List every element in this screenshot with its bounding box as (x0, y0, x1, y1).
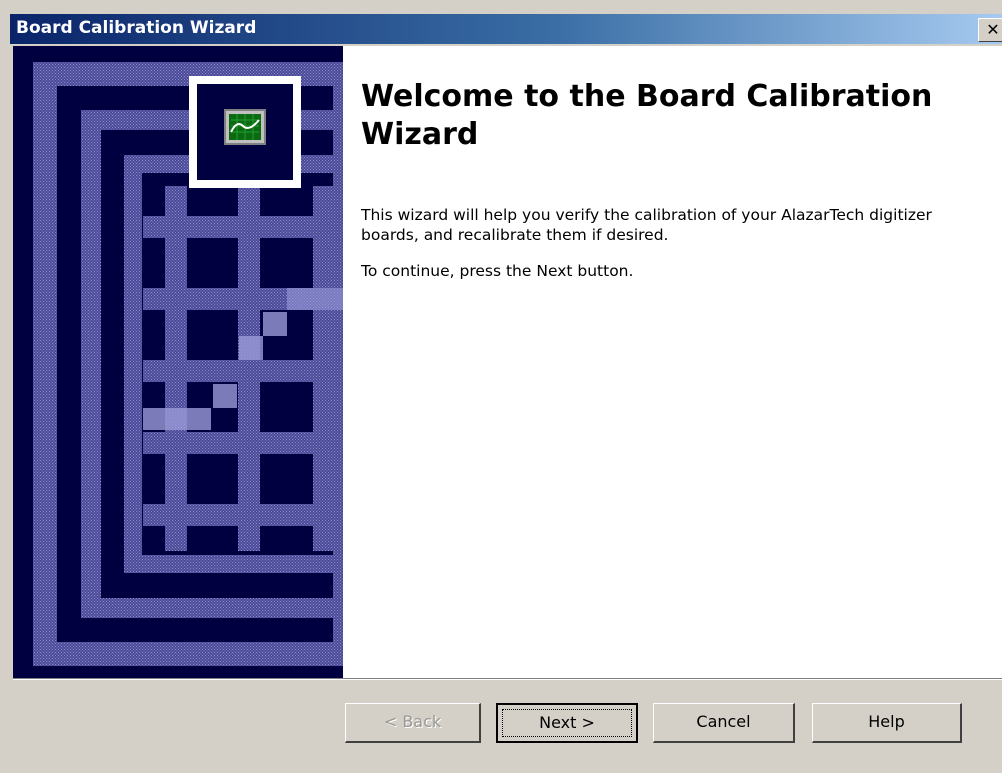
cancel-button-label: Cancel (696, 712, 751, 731)
continue-instruction: To continue, press the Next button. (361, 262, 634, 280)
cancel-button[interactable]: Cancel (653, 703, 795, 743)
next-button[interactable]: Next > (496, 703, 638, 743)
wizard-description: This wizard will help you verify the cal… (361, 206, 932, 244)
title-bar: Board Calibration Wizard ✕ (10, 14, 1002, 44)
next-button-label: Next > (539, 713, 595, 732)
welcome-heading: Welcome to the Board Calibration Wizard (361, 79, 933, 152)
back-button-label: < Back (383, 712, 442, 731)
close-button[interactable]: ✕ (978, 18, 1002, 42)
help-button-label: Help (868, 712, 905, 731)
banner-graphic (13, 46, 343, 678)
back-button[interactable]: < Back (345, 703, 481, 743)
oscilloscope-icon (189, 76, 301, 188)
wizard-window: Board Calibration Wizard ✕ Welcome to th… (0, 0, 1002, 773)
window-title: Board Calibration Wizard (16, 18, 257, 38)
help-button[interactable]: Help (812, 703, 962, 743)
wizard-content: Welcome to the Board Calibration Wizard … (343, 46, 1002, 678)
separator-highlight (13, 679, 1002, 680)
close-icon: ✕ (986, 20, 1000, 39)
wizard-banner (13, 46, 343, 678)
